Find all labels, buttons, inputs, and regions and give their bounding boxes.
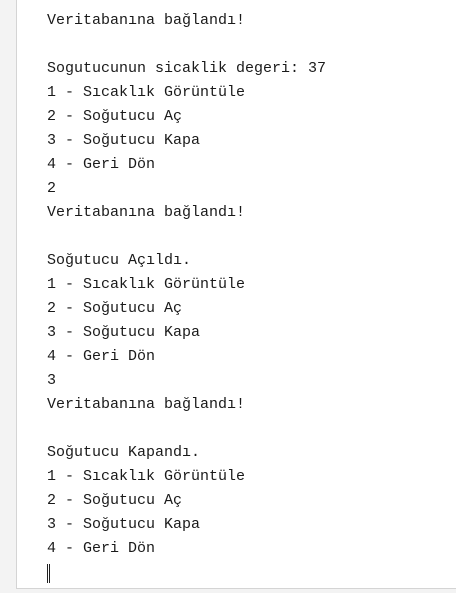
console-line: 2 - Soğutucu Aç [47,492,183,509]
console-text: Veritabanına bağlandı! Sogutucunun sicak… [47,9,326,585]
console-line: 3 - Soğutucu Kapa [47,324,201,341]
console-line: 3 [47,372,57,389]
console-line: 4 - Geri Dön [47,540,156,557]
console-line: 1 - Sıcaklık Görüntüle [47,276,246,293]
console-output-panel[interactable]: Veritabanına bağlandı! Sogutucunun sicak… [16,0,456,589]
console-input-line[interactable] [47,561,326,585]
console-line: 2 [47,180,57,197]
console-line: 2 - Soğutucu Aç [47,108,183,125]
console-line: Veritabanına bağlandı! [47,396,246,413]
console-line: Veritabanına bağlandı! [47,204,246,221]
console-line: 4 - Geri Dön [47,156,156,173]
console-line: Sogutucunun sicaklik degeri: 37 [47,60,327,77]
console-line: 3 - Soğutucu Kapa [47,132,201,149]
text-cursor [47,564,50,583]
console-line: Veritabanına bağlandı! [47,12,246,29]
console-line: 2 - Soğutucu Aç [47,300,183,317]
console-line: Soğutucu Kapandı. [47,444,201,461]
console-line: 3 - Soğutucu Kapa [47,516,201,533]
console-line: 1 - Sıcaklık Görüntüle [47,468,246,485]
console-line: 4 - Geri Dön [47,348,156,365]
console-line: 1 - Sıcaklık Görüntüle [47,84,246,101]
console-line: Soğutucu Açıldı. [47,252,192,269]
